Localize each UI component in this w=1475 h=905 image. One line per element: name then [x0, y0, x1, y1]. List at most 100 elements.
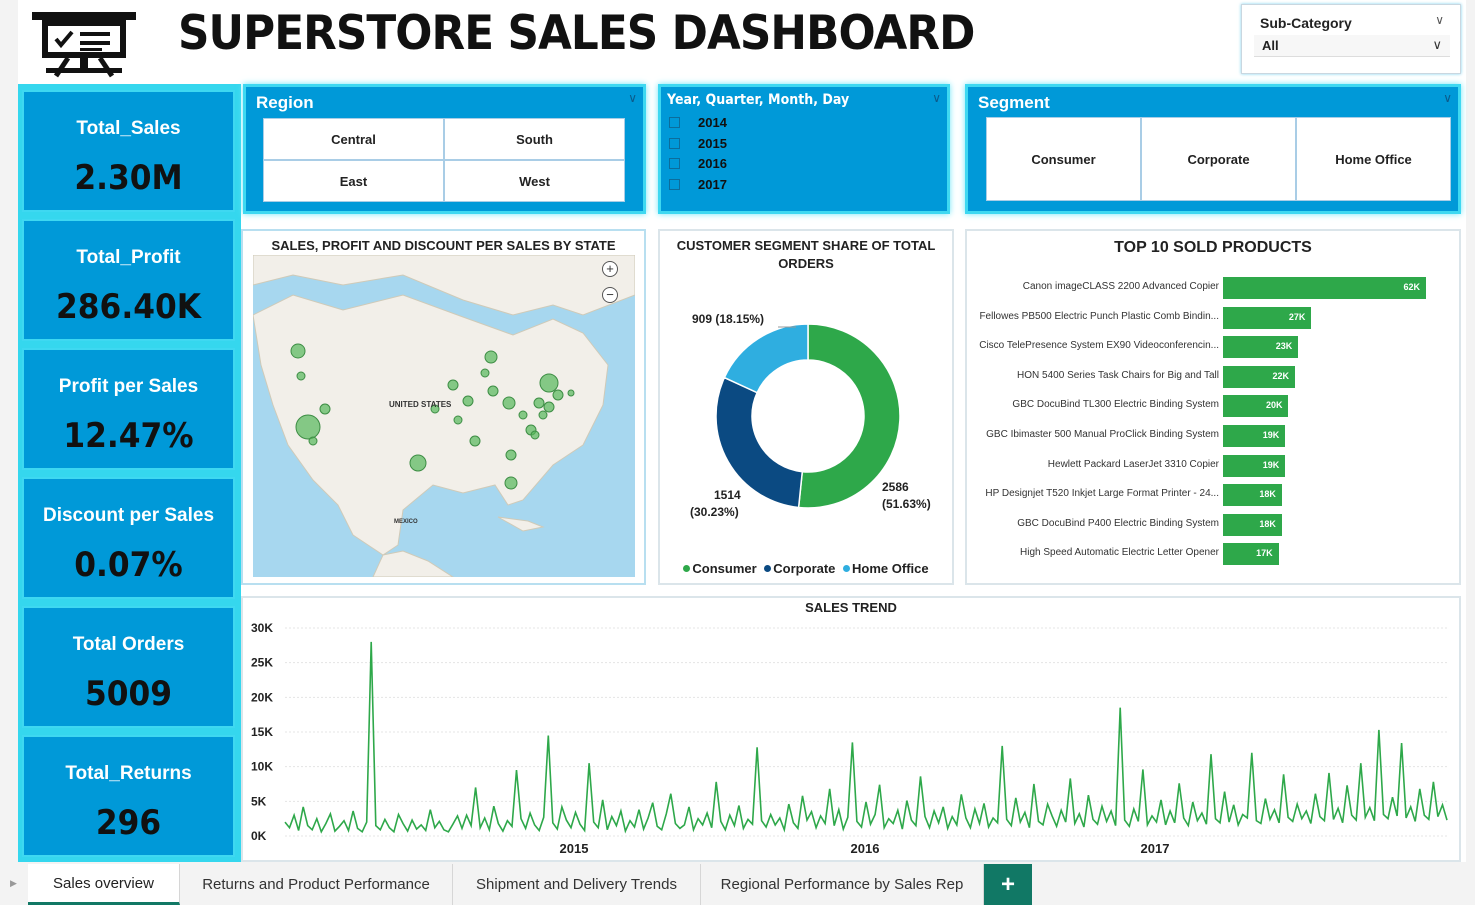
- segment-slicer: Segment ∨ Consumer Corporate Home Office: [965, 84, 1461, 214]
- year-option-2017[interactable]: 2017: [669, 175, 727, 193]
- legend-corporate[interactable]: Corporate: [773, 561, 835, 576]
- legend-dot-consumer: [683, 565, 691, 572]
- product-bar-row[interactable]: Fellowes PB500 Electric Punch Plastic Co…: [969, 306, 1459, 329]
- chevron-down-icon[interactable]: ∨: [932, 91, 941, 105]
- x-tick-label: 2017: [1141, 841, 1170, 856]
- y-tick-label: 0K: [251, 829, 267, 843]
- donut-legend: Consumer Corporate Home Office: [660, 561, 952, 576]
- top-products-bars: Canon imageCLASS 2200 Advanced Copier 62K…: [969, 277, 1459, 577]
- product-bar[interactable]: 19K: [1223, 454, 1286, 477]
- product-bar[interactable]: 27K: [1223, 306, 1312, 329]
- product-bar[interactable]: 18K: [1223, 513, 1282, 536]
- segment-slicer-title: Segment: [978, 93, 1050, 112]
- date-slicer: Year, Quarter, Month, Day ∨ 2014 2015 20…: [658, 84, 950, 214]
- checkbox[interactable]: [669, 137, 680, 149]
- product-bar-row[interactable]: HP Designjet T520 Inkjet Large Format Pr…: [969, 484, 1459, 507]
- product-bar[interactable]: 20K: [1223, 395, 1289, 418]
- segment-option-corporate[interactable]: Corporate: [1141, 117, 1296, 201]
- segment-option-consumer[interactable]: Consumer: [986, 117, 1141, 201]
- product-bar-row[interactable]: GBC Ibimaster 500 Manual ProClick Bindin…: [969, 425, 1459, 447]
- product-bar[interactable]: 22K: [1223, 365, 1296, 388]
- kpi-label: Total_Sales: [76, 118, 181, 139]
- x-tick-label: 2015: [560, 841, 589, 856]
- product-bar-value: 62K: [1403, 282, 1420, 292]
- chevron-down-icon[interactable]: ∨: [1432, 37, 1442, 53]
- map-label-usa: UNITED STATES: [389, 400, 452, 409]
- corporate-pct-label: (30.23%): [690, 505, 739, 519]
- kpi-value: 5009: [84, 674, 173, 714]
- donut-title-line1: CUSTOMER SEGMENT SHARE OF TOTAL: [676, 238, 936, 253]
- segment-share-panel: CUSTOMER SEGMENT SHARE OF TOTAL ORDERS 9…: [658, 229, 954, 585]
- region-option-west[interactable]: West: [444, 160, 625, 202]
- tab-returns-product-performance[interactable]: Returns and Product Performance: [180, 864, 453, 905]
- top-products-title: TOP 10 SOLD PRODUCTS: [1114, 239, 1312, 256]
- region-slicer-title: Region: [256, 93, 314, 112]
- checkbox[interactable]: [669, 116, 680, 128]
- consumer-count-label: 2586: [882, 480, 909, 494]
- region-option-central[interactable]: Central: [263, 118, 444, 160]
- product-bar[interactable]: 17K: [1223, 543, 1279, 566]
- kpi-value: 12.47%: [63, 416, 194, 456]
- product-bar-row[interactable]: Cisco TelePresence System EX90 Videoconf…: [969, 336, 1459, 359]
- product-bar-value: 19K: [1262, 430, 1280, 440]
- checkbox[interactable]: [669, 178, 680, 190]
- product-bar-row[interactable]: Canon imageCLASS 2200 Advanced Copier 62K: [969, 277, 1459, 299]
- kpi-label: Total Orders: [72, 634, 185, 655]
- y-tick-label: 15K: [251, 725, 273, 739]
- consumer-pct-label: (51.63%): [882, 497, 931, 511]
- kpi-value: 296: [95, 803, 162, 843]
- tab-sales-overview[interactable]: Sales overview: [28, 864, 180, 905]
- product-bar-value: 17K: [1256, 548, 1273, 559]
- year-option-2015[interactable]: 2015: [669, 134, 727, 152]
- map-graphic: UNITED STATES MEXICO: [253, 255, 635, 577]
- tab-shipment-delivery-trends[interactable]: Shipment and Delivery Trends: [453, 864, 701, 905]
- sales-trend-line[interactable]: [284, 641, 1448, 834]
- kpi-label: Discount per Sales: [42, 505, 215, 526]
- chevron-down-icon[interactable]: ∨: [1443, 91, 1452, 105]
- year-option-2016[interactable]: 2016: [669, 154, 727, 172]
- product-bar-row[interactable]: High Speed Automatic Electric Letter Ope…: [969, 543, 1459, 566]
- product-bar[interactable]: 23K: [1223, 336, 1299, 359]
- product-bar-row[interactable]: GBC DocuBind TL300 Electric Binding Syst…: [969, 395, 1459, 418]
- kpi-card-total-orders: Total Orders 5009: [22, 606, 235, 728]
- subcategory-dropdown[interactable]: All ∨: [1254, 35, 1450, 57]
- legend-consumer[interactable]: Consumer: [692, 561, 756, 576]
- date-slicer-title: Year, Quarter, Month, Day: [667, 92, 850, 108]
- legend-home-office[interactable]: Home Office: [852, 561, 929, 576]
- product-bar-value: 20K: [1265, 400, 1283, 411]
- chevron-down-icon[interactable]: ∨: [1435, 13, 1444, 27]
- zoom-in-icon[interactable]: +: [602, 261, 618, 277]
- product-bar[interactable]: 62K: [1223, 277, 1426, 299]
- checkbox[interactable]: [669, 157, 680, 169]
- dashboard-title: SUPERSTORE SALES DASHBOARD: [178, 6, 975, 61]
- state-map[interactable]: UNITED STATES MEXICO + −: [253, 255, 635, 577]
- zoom-out-icon[interactable]: −: [602, 287, 618, 303]
- product-bar-row[interactable]: HON 5400 Series Task Chairs for Big and …: [969, 365, 1459, 388]
- product-bar[interactable]: 18K: [1223, 484, 1282, 507]
- map-panel: SALES, PROFIT AND DISCOUNT PER SALES BY …: [241, 229, 646, 585]
- region-option-east[interactable]: East: [263, 160, 444, 202]
- subcategory-slicer[interactable]: Sub-Category ∨ All ∨: [1241, 4, 1461, 74]
- kpi-label: Profit per Sales: [58, 376, 199, 397]
- year-option-2014[interactable]: 2014: [669, 113, 727, 131]
- chevron-down-icon[interactable]: ∨: [628, 91, 637, 105]
- kpi-label: Total_Profit: [76, 247, 181, 268]
- sales-trend-chart: 30K 25K 20K 15K 10K 5K 0K 2015 2016 2017: [251, 621, 1448, 856]
- product-bar-row[interactable]: GBC DocuBind P400 Electric Binding Syste…: [969, 513, 1459, 536]
- product-bar-row[interactable]: Hewlett Packard LaserJet 3310 Copier 19K: [969, 454, 1459, 477]
- region-option-south[interactable]: South: [444, 118, 625, 160]
- year-label: 2017: [698, 176, 727, 192]
- add-page-button[interactable]: +: [984, 864, 1032, 905]
- product-bar-value: 23K: [1275, 341, 1293, 352]
- segment-option-home-office[interactable]: Home Office: [1296, 117, 1451, 201]
- kpi-value: 286.40K: [56, 287, 201, 327]
- product-bar-value: 18K: [1259, 518, 1276, 529]
- scroll-left-icon[interactable]: ▶: [10, 878, 17, 889]
- map-label-mexico: MEXICO: [394, 519, 418, 525]
- kpi-value: 0.07%: [74, 545, 183, 585]
- product-bar-value: 18K: [1259, 489, 1276, 500]
- product-bar[interactable]: 19K: [1223, 425, 1286, 447]
- tab-regional-performance[interactable]: Regional Performance by Sales Rep: [701, 864, 984, 905]
- donut-slice-home-office[interactable]: [723, 323, 809, 394]
- product-name: GBC DocuBind TL300 Electric Binding Syst…: [1012, 399, 1219, 411]
